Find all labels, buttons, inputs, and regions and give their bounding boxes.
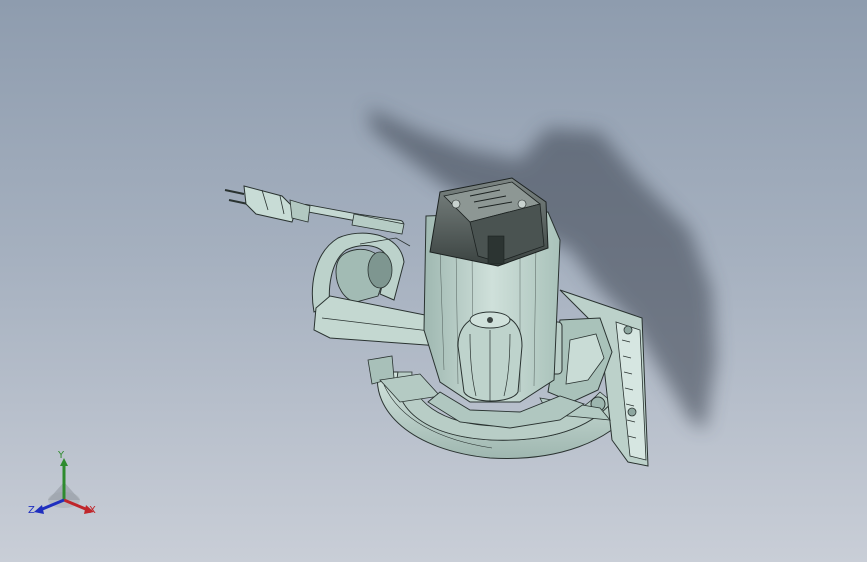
z-axis-label: Z (28, 505, 35, 516)
model-view[interactable] (0, 0, 867, 562)
y-axis-label: Y (58, 450, 65, 461)
plug (224, 185, 311, 223)
triad-graphic (34, 458, 94, 514)
power-cord (302, 204, 405, 235)
front-knob (457, 311, 523, 402)
motor-cap (429, 177, 549, 267)
x-axis-label: X (89, 505, 96, 516)
orientation-triad: Y Z X (26, 448, 106, 528)
cad-graphics-viewport[interactable]: Y Z X (0, 0, 867, 562)
